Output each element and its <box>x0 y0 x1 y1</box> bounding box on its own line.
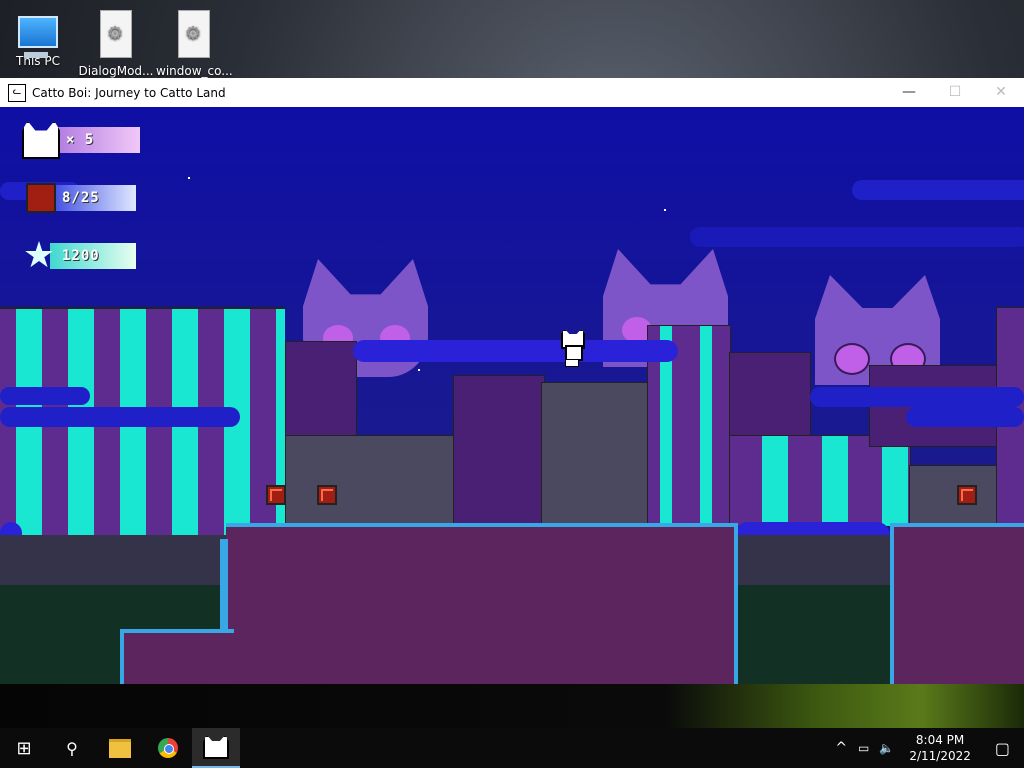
building <box>729 352 811 444</box>
cloud <box>906 407 1024 427</box>
star-icon: ★ <box>22 235 56 276</box>
ground-platform <box>226 523 738 684</box>
ground-platform <box>890 523 1024 684</box>
folder-icon <box>109 738 131 758</box>
desktop-icon-label: window_co... <box>156 64 233 78</box>
score-counter: 1200 <box>50 243 136 269</box>
building <box>285 341 357 443</box>
building <box>285 435 469 527</box>
volume-muted-icon[interactable]: 🔈 <box>874 741 899 755</box>
desktop-icon-dialogmod[interactable]: DialogMod... <box>78 6 154 78</box>
clock-date: 2/11/2022 <box>909 749 971 763</box>
close-button[interactable]: ✕ <box>978 78 1024 107</box>
cat-app-icon <box>203 735 229 759</box>
taskbar-file-explorer[interactable] <box>96 728 144 768</box>
hud-score: ★ 1200 <box>22 235 136 276</box>
cloud <box>690 227 1024 247</box>
desktop-icon-label: DialogMod... <box>78 64 154 78</box>
search-icon: ⚲ <box>66 738 78 758</box>
hud-crates: 8/25 <box>22 183 136 213</box>
tray-chevron-icon[interactable]: ^ <box>829 740 853 756</box>
taskbar-chrome[interactable] <box>144 728 192 768</box>
computer-icon <box>18 16 58 58</box>
search-button[interactable]: ⚲ <box>48 728 96 768</box>
taskbar-catto-boi[interactable] <box>192 728 240 768</box>
crate-pickup <box>266 485 286 505</box>
crate-counter: 8/25 <box>50 185 136 211</box>
hud-lives: × 5 <box>22 121 140 159</box>
crate-pickup <box>957 485 977 505</box>
start-button[interactable]: ⊞ <box>0 728 48 768</box>
game-window: ᓚ Catto Boi: Journey to Catto Land — ☐ ✕ <box>0 78 1024 684</box>
settings-file-icon <box>178 10 210 58</box>
taskbar: ⊞ ⚲ ^ ▭ 🔈 8:04 PM 2/11/2022 ▢ <box>0 728 1024 768</box>
ground-step <box>220 539 228 633</box>
window-titlebar[interactable]: ᓚ Catto Boi: Journey to Catto Land — ☐ ✕ <box>0 78 1024 107</box>
cat-face-icon <box>22 121 60 159</box>
desktop-icon-window-config[interactable]: window_co... <box>156 6 233 78</box>
crate-pickup <box>317 485 337 505</box>
window-title: Catto Boi: Journey to Catto Land <box>32 85 226 100</box>
windows-icon: ⊞ <box>16 737 32 759</box>
lives-counter: × 5 <box>54 127 140 153</box>
building <box>909 465 999 527</box>
cloud <box>0 387 90 405</box>
desktop-wallpaper-strip <box>0 684 1024 728</box>
clock[interactable]: 8:04 PM 2/11/2022 <box>899 732 981 764</box>
crate-icon <box>26 183 56 213</box>
star-dot <box>188 177 190 179</box>
building <box>541 382 653 527</box>
game-canvas[interactable]: × 5 8/25 ★ 1200 <box>0 107 1024 684</box>
clock-time: 8:04 PM <box>915 733 965 747</box>
desktop-icon-this-pc[interactable]: This PC <box>0 6 76 68</box>
building <box>453 375 545 527</box>
cloud <box>0 407 240 427</box>
cloud <box>852 180 1024 200</box>
star-dot <box>664 209 666 211</box>
cat-app-icon: ᓚ <box>8 83 26 102</box>
minimize-button[interactable]: — <box>886 78 932 107</box>
chrome-icon <box>158 738 178 758</box>
star-dot <box>418 369 420 371</box>
notifications-icon[interactable]: ▢ <box>981 739 1024 758</box>
system-tray: ^ ▭ 🔈 8:04 PM 2/11/2022 ▢ <box>829 728 1024 768</box>
ground-platform <box>120 629 234 684</box>
cloud <box>353 340 678 362</box>
settings-file-icon <box>100 10 132 58</box>
building <box>729 435 911 527</box>
player-cat <box>557 329 585 367</box>
network-icon[interactable]: ▭ <box>853 741 874 755</box>
cloud <box>810 387 1024 407</box>
maximize-button[interactable]: ☐ <box>932 78 978 107</box>
ghost-eye <box>834 343 870 375</box>
